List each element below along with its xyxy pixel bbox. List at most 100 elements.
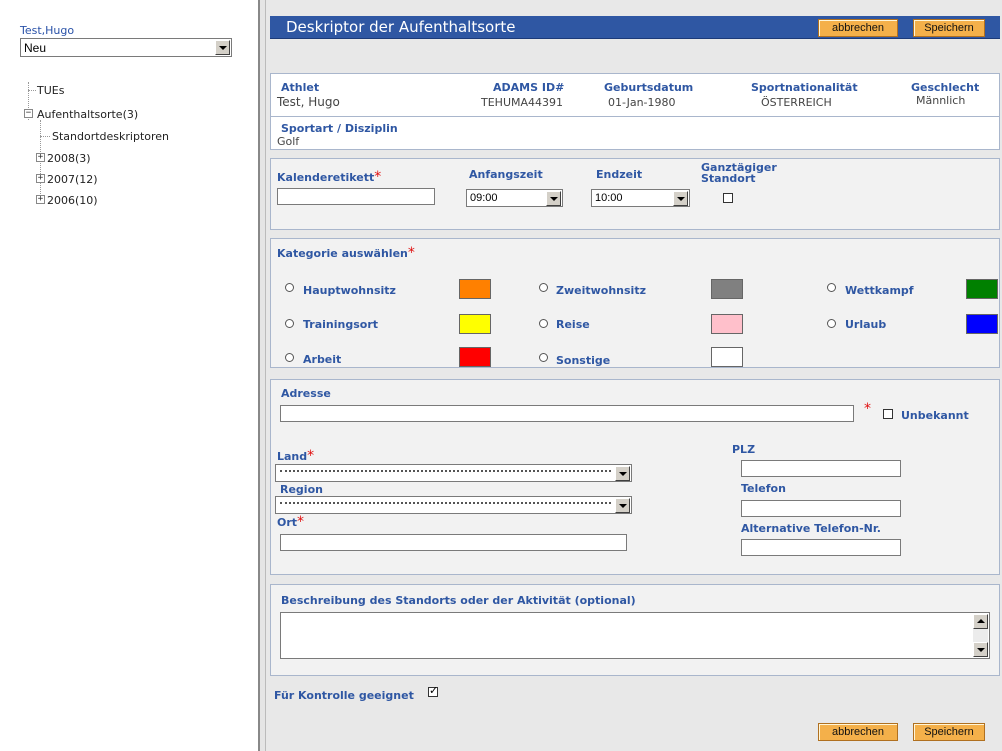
save-button[interactable]: Speichern	[913, 723, 985, 741]
alt-phone-input[interactable]	[741, 539, 901, 556]
category-option-label: Sonstige	[556, 354, 611, 367]
whereabouts-descriptor-form: Deskriptor der Aufenthaltsorte abbrechen…	[266, 0, 1002, 751]
country-label-text: Land	[277, 450, 308, 463]
description-textarea[interactable]	[280, 612, 990, 659]
placeholder-dots	[280, 502, 611, 504]
all-day-label-line2: Standort	[701, 172, 756, 185]
tree-connector	[40, 136, 50, 137]
athlete-heading: Athlet	[281, 81, 320, 94]
eligible-for-testing-label: Für Kontrolle geeignet	[274, 689, 414, 702]
required-marker: *	[297, 514, 305, 530]
collapse-icon[interactable]: −	[24, 109, 33, 118]
tree-item-whereabouts[interactable]: Aufenthaltsorte(3)	[37, 108, 138, 121]
athlete-name-link[interactable]: Test,Hugo	[20, 24, 74, 37]
radio-competition[interactable]	[827, 283, 836, 292]
alt-phone-label: Alternative Telefon-Nr.	[741, 522, 881, 535]
panel-splitter[interactable]	[258, 0, 266, 751]
expand-icon[interactable]: +	[36, 174, 45, 183]
address-section: Adresse * Unbekannt Land* Region Ort* PL…	[270, 379, 1000, 575]
radio-vacation[interactable]	[827, 319, 836, 328]
expand-icon[interactable]: +	[36, 153, 45, 162]
start-time-label: Anfangszeit	[469, 168, 543, 181]
category-label-text: Kategorie auswählen	[277, 247, 408, 260]
sport-heading: Sportart / Disziplin	[281, 122, 398, 135]
all-day-label: Ganztägiger Standort	[701, 162, 777, 184]
zip-label: PLZ	[732, 443, 756, 456]
tree-item-2008[interactable]: 2008(3)	[47, 152, 91, 165]
unknown-address-label: Unbekannt	[901, 409, 969, 422]
calendar-tag-input[interactable]	[277, 188, 435, 205]
required-marker: *	[307, 448, 315, 464]
end-time-value: 10:00	[595, 192, 623, 204]
phone-input[interactable]	[741, 500, 901, 517]
tree-item-2007[interactable]: 2007(12)	[47, 173, 98, 186]
scroll-up-icon[interactable]	[973, 614, 988, 629]
zip-input[interactable]	[741, 460, 901, 477]
chevron-down-icon[interactable]	[615, 466, 630, 481]
cancel-button[interactable]: abbrechen	[818, 723, 898, 741]
color-swatch	[459, 279, 491, 299]
all-day-checkbox[interactable]	[723, 193, 733, 203]
timing-section: Kalenderetikett* Anfangszeit 09:00 Endze…	[270, 158, 1000, 230]
chevron-down-icon[interactable]	[215, 40, 230, 55]
city-label: Ort*	[277, 514, 304, 530]
category-option-label: Hauptwohnsitz	[303, 284, 396, 297]
radio-second-residence[interactable]	[539, 283, 548, 292]
chevron-down-icon[interactable]	[546, 191, 561, 206]
color-swatch	[711, 314, 743, 334]
tree-item-2006[interactable]: 2006(10)	[47, 194, 98, 207]
radio-travel[interactable]	[539, 319, 548, 328]
region-label: Region	[280, 483, 323, 496]
cancel-button[interactable]: abbrechen	[818, 19, 898, 37]
required-marker: *	[864, 401, 871, 417]
tree-connector	[28, 90, 36, 91]
new-item-select-value: Neu	[24, 41, 47, 55]
category-label: Kategorie auswählen*	[277, 245, 415, 261]
city-input[interactable]	[280, 534, 627, 551]
category-option-label: Wettkampf	[845, 284, 914, 297]
country-select[interactable]	[275, 464, 632, 482]
adams-id-value: TEHUMA44391	[481, 96, 564, 109]
color-swatch	[711, 279, 743, 299]
start-time-select[interactable]: 09:00	[466, 189, 563, 207]
gender-heading: Geschlecht	[911, 81, 980, 94]
city-label-text: Ort	[277, 516, 298, 529]
country-label: Land*	[277, 448, 314, 464]
new-item-select[interactable]: Neu	[20, 38, 232, 57]
eligible-for-testing-checkbox[interactable]	[428, 684, 438, 697]
athlete-info-section: Athlet Test, Hugo ADAMS ID# TEHUMA44391 …	[270, 73, 1000, 150]
navigation-tree-panel: Test,Hugo Neu TUEs − Aufenthaltsorte(3) …	[0, 0, 258, 751]
birthdate-heading: Geburtsdatum	[604, 81, 694, 94]
calendar-tag-label: Kalenderetikett*	[277, 169, 381, 185]
end-time-select[interactable]: 10:00	[591, 189, 690, 207]
radio-main-residence[interactable]	[285, 283, 294, 292]
save-button[interactable]: Speichern	[913, 19, 985, 37]
chevron-down-icon[interactable]	[615, 498, 630, 513]
category-option-label: Zweitwohnsitz	[556, 284, 646, 297]
end-time-label: Endzeit	[596, 168, 643, 181]
required-marker: *	[407, 245, 415, 261]
category-option-label: Reise	[556, 318, 590, 331]
scroll-down-icon[interactable]	[973, 642, 988, 657]
radio-work[interactable]	[285, 353, 294, 362]
page-title: Deskriptor der Aufenthaltsorte	[286, 18, 516, 36]
category-section: Kategorie auswählen* Hauptwohnsitz Zweit…	[270, 238, 1000, 368]
start-time-value: 09:00	[470, 192, 498, 204]
gender-value: Männlich	[916, 94, 966, 107]
chevron-down-icon[interactable]	[673, 191, 688, 206]
category-option-label: Trainingsort	[303, 318, 379, 331]
description-section: Beschreibung des Standorts oder der Akti…	[270, 584, 1000, 676]
tree-item-tues[interactable]: TUEs	[37, 84, 64, 97]
scrollbar[interactable]	[973, 614, 988, 657]
unknown-address-checkbox[interactable]	[883, 409, 893, 419]
region-select[interactable]	[275, 496, 632, 514]
address-input[interactable]	[280, 405, 854, 422]
nationality-value: ÖSTERREICH	[761, 96, 832, 109]
tree-item-location-descriptors[interactable]: Standortdeskriptoren	[52, 130, 169, 143]
color-swatch	[459, 347, 491, 367]
radio-training-site[interactable]	[285, 319, 294, 328]
color-swatch	[966, 314, 998, 334]
calendar-tag-label-text: Kalenderetikett	[277, 171, 375, 184]
radio-other[interactable]	[539, 353, 548, 362]
expand-icon[interactable]: +	[36, 195, 45, 204]
